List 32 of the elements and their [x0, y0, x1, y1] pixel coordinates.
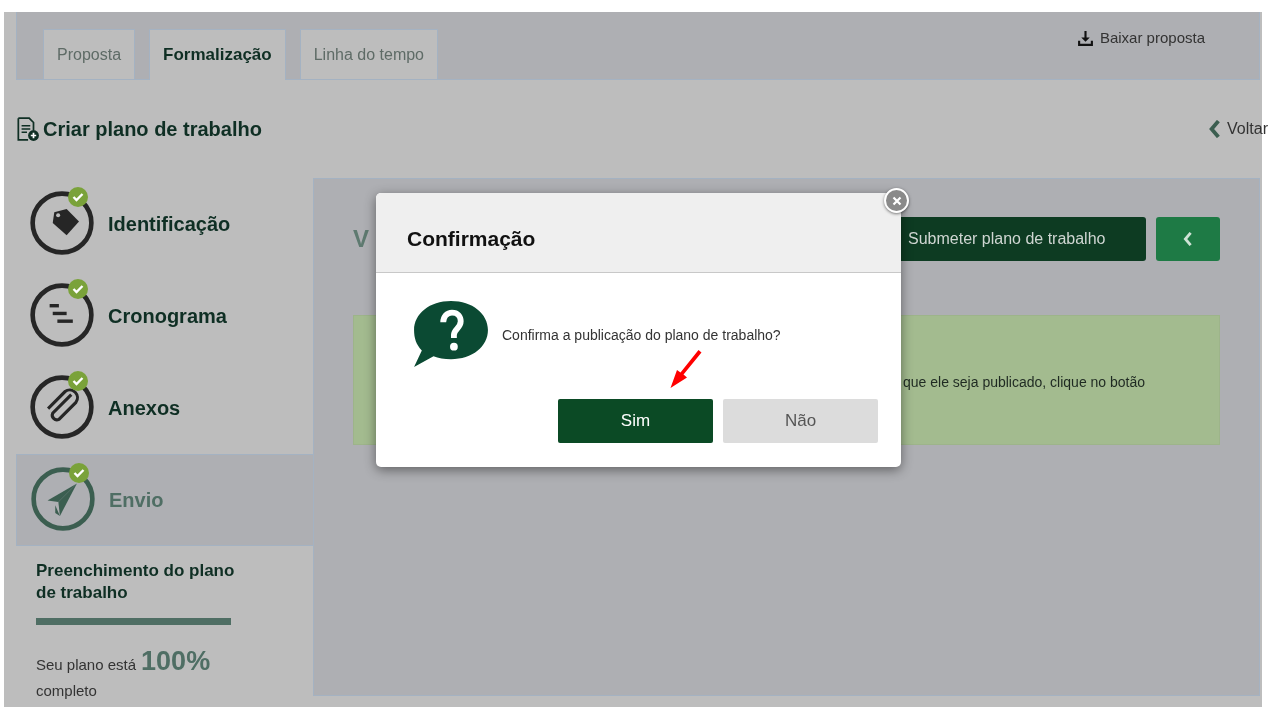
step-label: Identificação: [108, 212, 231, 237]
question-bubble-icon: [412, 299, 490, 369]
back-link[interactable]: Voltar: [1209, 117, 1268, 141]
submit-button[interactable]: Submeter plano de trabalho: [898, 217, 1146, 261]
tag-step-icon: [28, 189, 96, 257]
cancel-button[interactable]: Não: [723, 399, 878, 443]
progress-caption: completo: [36, 681, 98, 700]
confirm-button[interactable]: Sim: [558, 399, 713, 443]
step-item[interactable]: Anexos: [16, 362, 313, 454]
schedule-step-icon: [28, 281, 96, 349]
chevron-left-icon: [1183, 232, 1193, 246]
progress-title: Preenchimento do plano de trabalho: [36, 560, 236, 604]
download-link[interactable]: Baixar proposta: [1076, 27, 1205, 50]
dialog-title: Confirmação: [407, 225, 536, 252]
step-label: Anexos: [108, 396, 181, 421]
tab[interactable]: Formalização: [149, 29, 286, 80]
alert-text: que ele seja publicado, clique no botão: [903, 374, 1146, 390]
section-heading: V: [353, 224, 369, 254]
chevron-left-icon: [1209, 120, 1222, 138]
send-step-icon: [29, 465, 97, 533]
document-add-icon: [14, 116, 40, 142]
clip-step-icon: [28, 373, 96, 441]
download-icon: [1076, 30, 1094, 47]
page-title: Criar plano de trabalho: [43, 117, 262, 142]
step-item[interactable]: Identificação: [16, 178, 313, 270]
close-icon: [891, 195, 902, 206]
progress-percent: 100%: [141, 645, 211, 678]
progress-caption: Seu plano está: [36, 655, 137, 675]
step-label: Envio: [109, 488, 164, 513]
dialog-message: Confirma a publicação do plano de trabalho?: [502, 325, 781, 345]
step-item[interactable]: Cronograma: [16, 270, 313, 362]
step-label: Cronograma: [108, 304, 227, 329]
